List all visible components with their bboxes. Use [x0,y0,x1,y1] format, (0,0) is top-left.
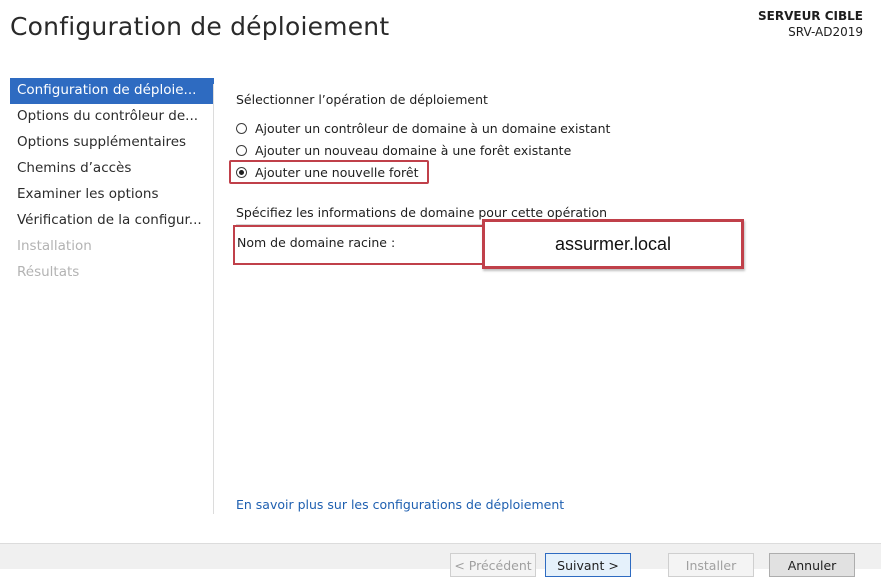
target-server-info: SERVEUR CIBLE SRV-AD2019 [758,8,863,40]
page-title: Configuration de déploiement [10,12,390,41]
sidebar-item-dc-options[interactable]: Options du contrôleur de... [10,104,214,130]
option-add-dc-existing-domain[interactable]: Ajouter un contrôleur de domaine à un do… [236,117,856,139]
sidebar-item-review-options[interactable]: Examiner les options [10,182,214,208]
root-domain-input[interactable]: assurmer.local [482,219,744,269]
option-label: Ajouter un nouveau domaine à une forêt e… [255,142,572,158]
sidebar-item-prerequisites-check[interactable]: Vérification de la configur... [10,208,214,234]
wizard-sidebar: Configuration de déploie... Options du c… [10,78,214,286]
option-label: Ajouter un contrôleur de domaine à un do… [255,120,611,136]
sidebar-item-results: Résultats [17,264,80,280]
next-button[interactable]: Suivant > [545,553,631,577]
install-button[interactable]: Installer [668,553,754,577]
sidebar-divider [213,84,214,514]
cancel-button[interactable]: Annuler [769,553,855,577]
option-add-domain-existing-forest[interactable]: Ajouter un nouveau domaine à une forêt e… [236,139,856,161]
highlight-box-new-forest [229,160,429,184]
target-server-name: SRV-AD2019 [788,25,863,39]
sidebar-item-additional-options[interactable]: Options supplémentaires [10,130,214,156]
target-server-label: SERVEUR CIBLE [758,9,863,23]
radio-button[interactable] [236,144,247,156]
sidebar-item-installation: Installation [17,238,92,254]
sidebar-item-deployment-config[interactable]: Configuration de déploie... [10,78,214,104]
operation-label: Sélectionner l’opération de déploiement [236,92,488,107]
previous-button[interactable]: < Précédent [450,553,536,577]
domain-info-label: Spécifiez les informations de domaine po… [236,205,608,220]
learn-more-link[interactable]: En savoir plus sur les configurations de… [236,497,564,512]
radio-button[interactable] [236,122,247,134]
sidebar-item-paths[interactable]: Chemins d’accès [10,156,214,182]
root-domain-label: Nom de domaine racine : [237,235,396,250]
